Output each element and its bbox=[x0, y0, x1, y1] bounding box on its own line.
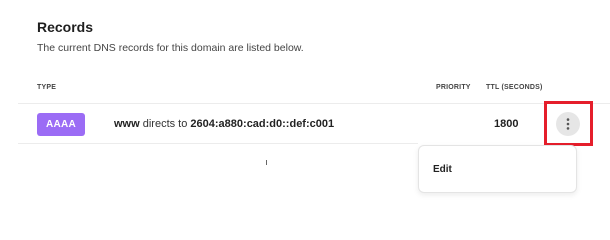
dns-records-panel: Records The current DNS records for this… bbox=[0, 0, 610, 216]
section-subtitle: The current DNS records for this domain … bbox=[37, 42, 304, 54]
text-cursor bbox=[266, 160, 267, 165]
column-header-priority: PRIORITY bbox=[436, 84, 471, 91]
menu-item-edit[interactable]: Edit bbox=[433, 164, 452, 175]
more-vertical-icon bbox=[566, 118, 570, 130]
table-divider bbox=[18, 103, 610, 104]
column-header-ttl: TTL (SECONDS) bbox=[486, 84, 543, 91]
section-title: Records bbox=[37, 19, 94, 35]
record-ttl: 1800 bbox=[494, 118, 519, 130]
row-divider bbox=[18, 143, 418, 144]
record-type-badge: AAAA bbox=[37, 113, 85, 136]
record-connector-text: directs to bbox=[139, 118, 191, 130]
record-value: 2604:a880:cad:d0::def:c001 bbox=[190, 118, 335, 130]
record-description: www directs to 2604:a880:cad:d0::def:c00… bbox=[114, 118, 334, 130]
record-host: www bbox=[114, 118, 140, 130]
column-header-type: TYPE bbox=[37, 84, 57, 91]
row-actions-button[interactable] bbox=[556, 112, 580, 136]
row-actions-menu: Edit bbox=[418, 145, 577, 193]
